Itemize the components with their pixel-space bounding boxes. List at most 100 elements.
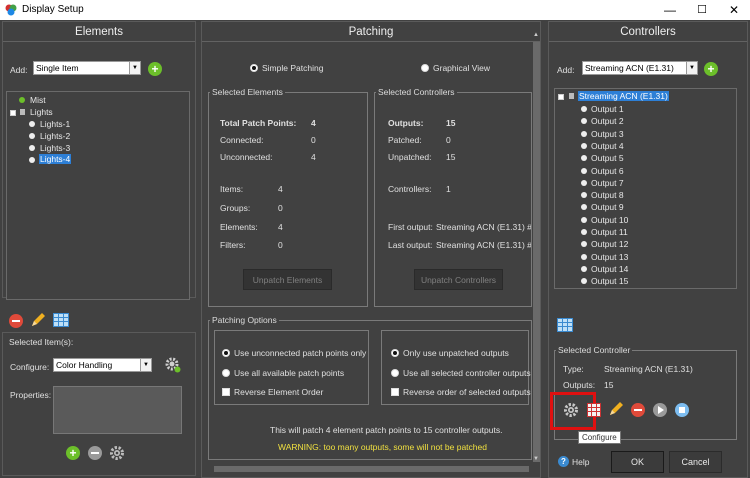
- output-label: Output 2: [591, 116, 624, 127]
- remove-property-icon[interactable]: [88, 446, 102, 460]
- chevron-down-icon[interactable]: ▼: [686, 62, 697, 74]
- grid-table-icon[interactable]: [53, 313, 69, 327]
- reverse-outputs-label[interactable]: Reverse order of selected outputs: [403, 387, 531, 397]
- edit-pencil-icon[interactable]: [30, 312, 46, 328]
- ctrl-patched-label: Patched:: [388, 135, 422, 145]
- unpatch-controllers-button[interactable]: Unpatch Controllers: [414, 269, 503, 290]
- reverse-element-label[interactable]: Reverse Element Order: [234, 387, 323, 397]
- controllers-header: Controllers: [549, 22, 747, 42]
- scroll-down-icon[interactable]: ▼: [533, 456, 539, 462]
- elements-count-label: Elements:: [220, 222, 258, 232]
- configure-value: Color Handling: [56, 360, 113, 370]
- controllers-tree[interactable]: Streaming ACN (E1.31) Output 1 Output 2 Ou…: [554, 88, 737, 289]
- white-dot-icon: [581, 118, 587, 125]
- first-output-label: First output:: [388, 222, 433, 232]
- white-dot-icon: [581, 265, 587, 272]
- unconnected-only-label[interactable]: Use unconnected patch points only: [234, 348, 366, 358]
- controller-outputs-label: Outputs:: [563, 380, 596, 390]
- channel-grid-icon[interactable]: [587, 403, 601, 417]
- scroll-up-icon[interactable]: ▲: [533, 32, 539, 38]
- reverse-outputs-checkbox[interactable]: [391, 388, 399, 396]
- properties-box[interactable]: [53, 386, 182, 434]
- elements-header: Elements: [3, 22, 195, 42]
- delete-controller-icon[interactable]: [631, 403, 645, 417]
- configure-gear-add-icon[interactable]: [165, 357, 181, 373]
- maximize-button[interactable]: ☐: [688, 2, 716, 18]
- patching-scrollbar[interactable]: [533, 42, 540, 462]
- tree-label: Lights-1: [40, 119, 71, 129]
- play-controller-icon[interactable]: [653, 403, 667, 417]
- output-label: Output 6: [591, 165, 624, 176]
- controllers-add-label: Add:: [557, 65, 575, 75]
- controller-type-icon: [569, 93, 574, 99]
- reverse-element-checkbox[interactable]: [222, 388, 230, 396]
- output-label: Output 4: [591, 140, 624, 151]
- green-dot-icon: [19, 97, 25, 103]
- first-output-value: Streaming ACN (E1.31) #1: [436, 222, 531, 232]
- output-label: Output 14: [591, 263, 629, 274]
- output-label: Output 9: [591, 202, 624, 213]
- controller-root-item[interactable]: Streaming ACN (E1.31): [578, 91, 669, 101]
- all-selected-outputs-radio[interactable]: [391, 369, 399, 377]
- connected-label: Connected:: [220, 135, 264, 145]
- filters-value: 0: [278, 240, 283, 250]
- chevron-down-icon[interactable]: ▼: [140, 359, 151, 371]
- filters-label: Filters:: [220, 240, 246, 250]
- chevron-down-icon[interactable]: ▼: [129, 62, 140, 74]
- white-dot-icon: [581, 106, 587, 112]
- white-dot-icon: [581, 278, 587, 285]
- selected-controllers-title: Selected Controllers: [376, 87, 457, 97]
- property-settings-gear-icon[interactable]: [109, 445, 125, 461]
- white-dot-icon: [581, 167, 587, 174]
- simple-patching-label[interactable]: Simple Patching: [262, 63, 323, 73]
- patching-hscrollbar[interactable]: [214, 466, 529, 472]
- output-label: Output 5: [591, 153, 624, 164]
- output-label: Output 3: [591, 128, 624, 139]
- white-dot-icon: [581, 130, 587, 137]
- only-unpatched-radio[interactable]: [391, 349, 399, 357]
- close-button[interactable]: ✕: [720, 2, 748, 18]
- simple-patching-radio[interactable]: [250, 64, 258, 72]
- output-label: Output 8: [591, 190, 624, 201]
- ok-button[interactable]: OK: [611, 451, 664, 473]
- all-available-radio[interactable]: [222, 369, 230, 377]
- all-selected-outputs-label[interactable]: Use all selected controller outputs: [403, 368, 531, 378]
- elements-add-combo[interactable]: Single Item ▼: [33, 61, 141, 75]
- selected-elements-title: Selected Elements: [210, 87, 285, 97]
- tree-expander-minus-icon[interactable]: [10, 110, 16, 116]
- edit-pencil-icon[interactable]: [608, 401, 624, 417]
- add-controller-button[interactable]: +: [704, 62, 718, 76]
- elements-tree[interactable]: Mist Lights Lights-1 Lights-2 Lights-3 L…: [6, 91, 190, 300]
- graphical-view-radio[interactable]: [421, 64, 429, 72]
- patch-warning-text: WARNING: too many outputs, some will not…: [278, 442, 487, 452]
- title-bar: Display Setup — ☐ ✕: [0, 0, 750, 20]
- controllers-add-combo[interactable]: Streaming ACN (E1.31) ▼: [582, 61, 698, 75]
- white-dot-icon: [581, 142, 587, 149]
- help-label: Help: [572, 457, 590, 467]
- patching-options-title: Patching Options: [210, 315, 279, 325]
- tree-expander-minus-icon[interactable]: [558, 94, 564, 100]
- delete-element-icon[interactable]: [9, 314, 23, 328]
- minimize-button[interactable]: —: [656, 2, 684, 18]
- configure-combo[interactable]: Color Handling ▼: [53, 358, 152, 372]
- grid-table-icon[interactable]: [557, 318, 573, 332]
- help-button[interactable]: ? Help: [554, 451, 602, 473]
- add-property-button[interactable]: +: [66, 446, 80, 460]
- all-available-label[interactable]: Use all available patch points: [234, 368, 344, 378]
- configure-gear-icon[interactable]: [563, 402, 579, 418]
- cancel-button[interactable]: Cancel: [669, 451, 722, 473]
- output-label: Output 11: [591, 227, 628, 237]
- unconnected-only-radio[interactable]: [222, 349, 230, 357]
- unpatch-elements-button[interactable]: Unpatch Elements: [243, 269, 332, 290]
- ctrl-outputs-label: Outputs:: [388, 118, 424, 128]
- stop-controller-icon[interactable]: [675, 403, 689, 417]
- output-label: Output 10: [591, 214, 629, 225]
- controllers-add-value: Streaming ACN (E1.31): [585, 63, 674, 73]
- add-element-button[interactable]: +: [148, 62, 162, 76]
- only-unpatched-label[interactable]: Only use unpatched outputs: [403, 348, 509, 358]
- tree-label: Lights: [30, 107, 53, 117]
- output-label: Output 1: [591, 104, 624, 114]
- graphical-view-label[interactable]: Graphical View: [433, 63, 490, 73]
- controller-outputs-list: Output 1 Output 2 Output 3 Output 4 Output 5…: [581, 104, 711, 288]
- white-dot-icon: [29, 157, 35, 163]
